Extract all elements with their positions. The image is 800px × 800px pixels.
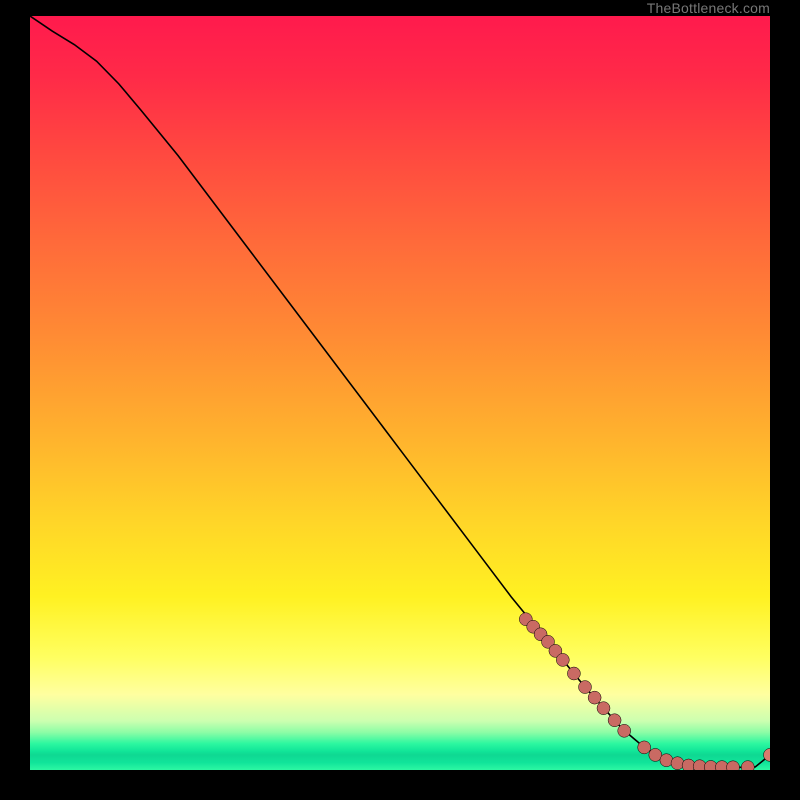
curve-marker <box>588 691 601 704</box>
plot-area <box>30 16 770 770</box>
curve-marker <box>597 702 610 715</box>
curve-marker <box>671 757 684 770</box>
curve-marker <box>727 761 740 770</box>
curve-marker <box>567 667 580 680</box>
curve-line <box>30 16 770 767</box>
curve-marker <box>618 724 631 737</box>
attribution-label: TheBottleneck.com <box>647 0 770 16</box>
curve-marker <box>556 653 569 666</box>
curve-markers <box>519 613 770 770</box>
chart-svg <box>30 16 770 770</box>
curve-marker <box>741 761 754 770</box>
curve-marker <box>579 681 592 694</box>
chart-container: TheBottleneck.com <box>0 0 800 800</box>
curve-marker <box>638 741 651 754</box>
curve-marker <box>608 714 621 727</box>
curve-marker <box>682 759 695 770</box>
